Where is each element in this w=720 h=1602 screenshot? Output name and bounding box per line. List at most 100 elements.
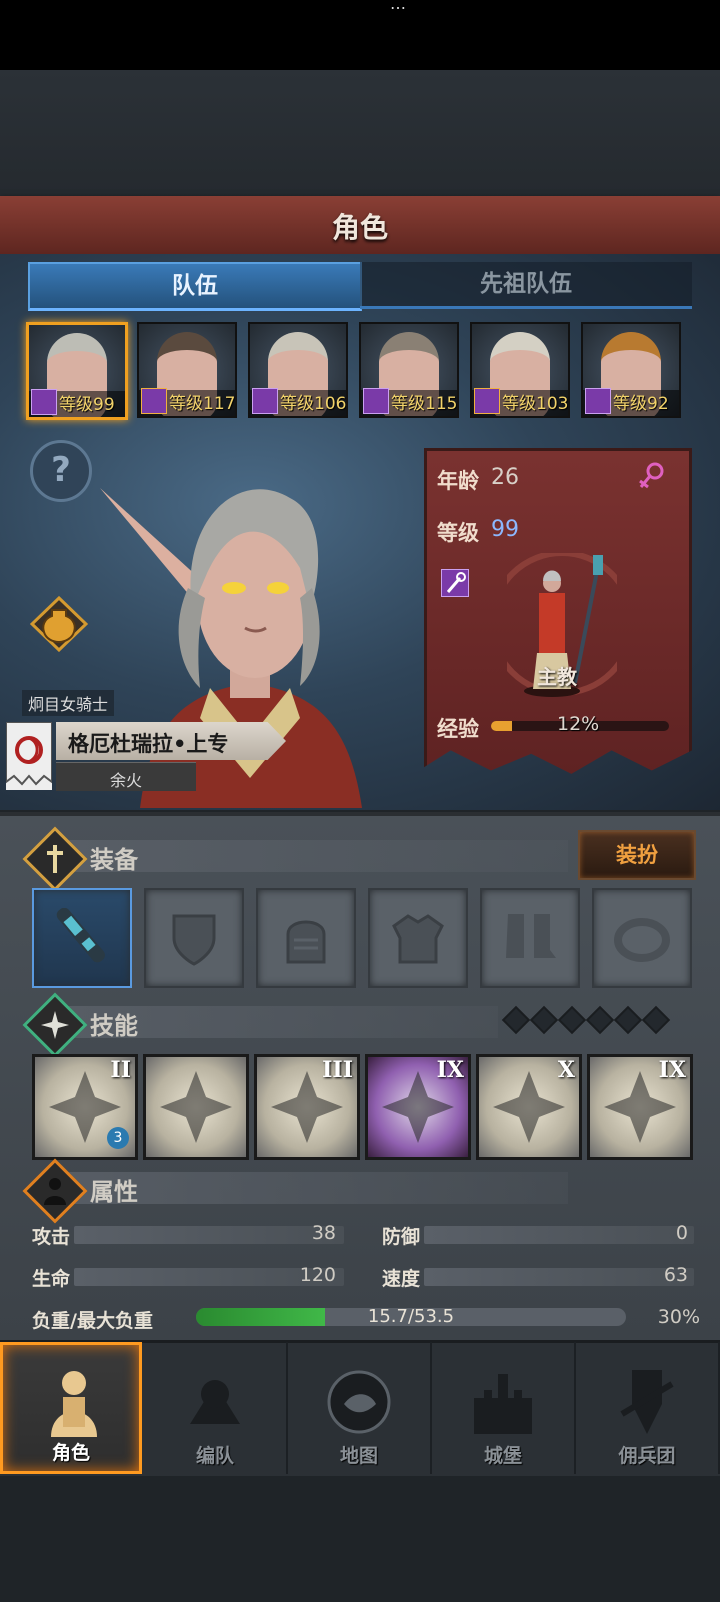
skill-point-diamond xyxy=(557,1005,587,1035)
nav-formation[interactable]: 编队 xyxy=(144,1342,288,1474)
skill-point-diamond xyxy=(501,1005,531,1035)
tab-team[interactable]: 队伍 xyxy=(28,262,362,311)
skill-icon[interactable]: IX xyxy=(365,1054,471,1160)
character-trait: 余火 xyxy=(109,771,142,790)
skill-rank: IX xyxy=(436,1057,464,1083)
nav-label: 编队 xyxy=(195,1445,234,1467)
tab-ancestor-team[interactable]: 先祖队伍 xyxy=(360,262,692,309)
castle-icon xyxy=(474,1374,532,1434)
defense-label: 防御 xyxy=(382,1226,421,1248)
skill-point-diamonds xyxy=(501,1005,674,1035)
equip-slot-armor[interactable] xyxy=(368,888,468,988)
age-value: 26 xyxy=(491,465,519,490)
roster-portrait[interactable]: 等级103 xyxy=(470,322,570,418)
female-icon xyxy=(637,459,667,497)
speed-label: 速度 xyxy=(382,1268,421,1290)
portrait-level: 等级106 xyxy=(280,394,347,414)
equip-slot-ring[interactable] xyxy=(592,888,692,988)
skill-point-diamond xyxy=(529,1005,559,1035)
skill-rank: III xyxy=(322,1057,353,1083)
class-badge-icon xyxy=(474,388,500,414)
xp-percent: 12% xyxy=(557,713,600,735)
skill-point-diamond xyxy=(585,1005,615,1035)
nav-castle[interactable]: 城堡 xyxy=(432,1342,576,1474)
class-name: 主教 xyxy=(537,665,577,689)
staff-icon xyxy=(56,908,105,963)
skill-count-badge: 3 xyxy=(107,1127,129,1149)
equip-slot-weapon[interactable] xyxy=(32,888,132,988)
xp-label: 经验 xyxy=(437,717,479,741)
boots-slot-icon xyxy=(506,914,556,958)
skill-icon[interactable]: X xyxy=(476,1054,582,1160)
attributes-label: 属性 xyxy=(90,1178,138,1206)
hp-value: 120 xyxy=(299,1264,336,1286)
skill-icon[interactable] xyxy=(143,1054,249,1160)
character-info-panel: 年龄 26 等级 99 主教 经验 12% xyxy=(424,448,692,774)
team-tabs: 队伍 先祖队伍 xyxy=(26,262,694,311)
nav-mercenary[interactable]: 佣兵团 xyxy=(576,1342,720,1474)
nav-character[interactable]: 角色 xyxy=(0,1342,142,1474)
nav-label: 角色 xyxy=(51,1442,90,1464)
dress-up-button[interactable]: 装扮 xyxy=(578,830,696,880)
skill-point-diamond xyxy=(641,1005,671,1035)
roster-portrait[interactable]: 等级106 xyxy=(248,322,348,418)
class-badge-icon xyxy=(141,388,167,414)
equip-slot-shield[interactable] xyxy=(144,888,244,988)
defense-value: 0 xyxy=(675,1222,688,1244)
class-badge-icon xyxy=(585,388,611,414)
skill-rank: IX xyxy=(658,1057,686,1083)
skills-label: 技能 xyxy=(90,1012,138,1040)
roster-portrait[interactable]: 等级99 xyxy=(26,322,128,420)
class-badge-icon xyxy=(31,389,57,415)
character-name: 格厄杜瑞拉•上专 xyxy=(68,732,229,756)
attack-value: 38 xyxy=(311,1222,336,1244)
nav-map[interactable]: 地图 xyxy=(288,1342,432,1474)
potion-icon[interactable] xyxy=(29,595,89,653)
status-bar: … xyxy=(0,0,720,70)
character-class-title: 炯目女骑士 xyxy=(22,690,115,716)
roster-portrait[interactable]: 等级117 xyxy=(137,322,237,418)
skill-icon[interactable]: III xyxy=(254,1054,360,1160)
help-button[interactable]: ? xyxy=(30,440,92,502)
shield-slot-icon xyxy=(172,914,216,966)
roster-portrait[interactable]: 等级92 xyxy=(581,322,681,418)
mercenary-icon xyxy=(620,1370,674,1434)
nav-label: 佣兵团 xyxy=(618,1445,676,1467)
equip-slot-helmet[interactable] xyxy=(256,888,356,988)
load-value: 15.7/53.5 xyxy=(367,1306,455,1327)
roster-portrait[interactable]: 等级115 xyxy=(359,322,459,418)
xp-bar-fill xyxy=(491,721,513,731)
character-name-plate: 格厄杜瑞拉•上专 xyxy=(56,722,286,760)
portrait-level: 等级92 xyxy=(613,394,669,414)
attack-label: 攻击 xyxy=(32,1226,71,1248)
age-label: 年龄 xyxy=(437,469,479,493)
level-value: 99 xyxy=(491,517,519,542)
title-banner: 角色 xyxy=(0,196,720,257)
portrait-level: 等级115 xyxy=(391,394,458,414)
skill-art xyxy=(160,1071,232,1143)
skill-icon[interactable]: II 3 xyxy=(32,1054,138,1160)
skill-icon[interactable]: IX xyxy=(587,1054,693,1160)
staff-class-icon xyxy=(441,569,469,597)
load-label: 负重/最大负重 xyxy=(32,1310,153,1332)
skill-rank: X xyxy=(557,1057,575,1083)
portrait-level: 等级103 xyxy=(502,394,569,414)
class-badge-icon xyxy=(252,388,278,414)
speed-value: 63 xyxy=(663,1264,688,1286)
page-title: 角色 xyxy=(331,211,388,244)
portrait-level: 等级117 xyxy=(169,394,236,414)
skill-point-diamond xyxy=(613,1005,643,1035)
knight-icon xyxy=(51,1371,97,1437)
top-spacer xyxy=(0,70,720,196)
equip-slot-boots[interactable] xyxy=(480,888,580,988)
status-text: … xyxy=(390,0,406,13)
nav-label: 城堡 xyxy=(483,1445,522,1467)
helmet-slot-icon xyxy=(286,920,326,964)
load-percent: 30% xyxy=(657,1306,700,1328)
armor-slot-icon xyxy=(392,914,444,964)
portrait-level: 等级99 xyxy=(59,395,115,415)
map-icon xyxy=(327,1370,391,1434)
skill-rank: II xyxy=(110,1057,131,1083)
equipment-label: 装备 xyxy=(90,846,138,874)
faction-banner-icon xyxy=(5,721,53,790)
